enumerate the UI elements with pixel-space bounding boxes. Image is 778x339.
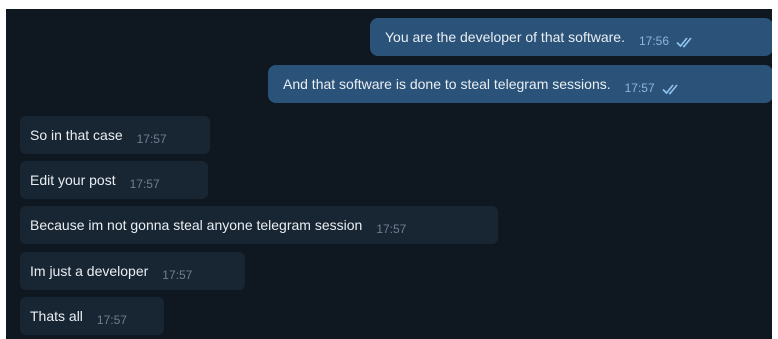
message-text: Thats all [30, 308, 83, 324]
message-time: 17:57 [376, 222, 407, 236]
message-text: Im just a developer [30, 263, 149, 279]
incoming-message[interactable]: So in that case 17:57 [20, 116, 210, 154]
incoming-message[interactable]: Thats all 17:57 [20, 297, 164, 335]
message-time: 17:56 [638, 34, 670, 48]
message-text: So in that case [30, 127, 123, 143]
message-time: 17:57 [129, 177, 160, 191]
message-text: You are the developer of that software. [385, 29, 625, 45]
double-check-read-icon [676, 35, 694, 48]
chat-message-list[interactable]: You are the developer of that software. … [6, 9, 772, 339]
incoming-message[interactable]: Im just a developer 17:57 [20, 252, 245, 290]
message-time: 17:57 [96, 313, 127, 327]
double-check-read-icon [662, 82, 680, 95]
message-text: And that software is done to steal teleg… [283, 76, 611, 92]
message-time: 17:57 [624, 81, 655, 95]
message-text: Because im not gonna steal anyone telegr… [30, 217, 363, 233]
incoming-message[interactable]: Edit your post 17:57 [20, 161, 208, 199]
message-time: 17:57 [162, 268, 193, 282]
incoming-message[interactable]: Because im not gonna steal anyone telegr… [20, 206, 498, 244]
message-time: 17:57 [136, 132, 167, 146]
message-text: Edit your post [30, 172, 116, 188]
outgoing-message[interactable]: And that software is done to steal teleg… [268, 65, 772, 103]
outgoing-message[interactable]: You are the developer of that software. … [370, 18, 772, 56]
